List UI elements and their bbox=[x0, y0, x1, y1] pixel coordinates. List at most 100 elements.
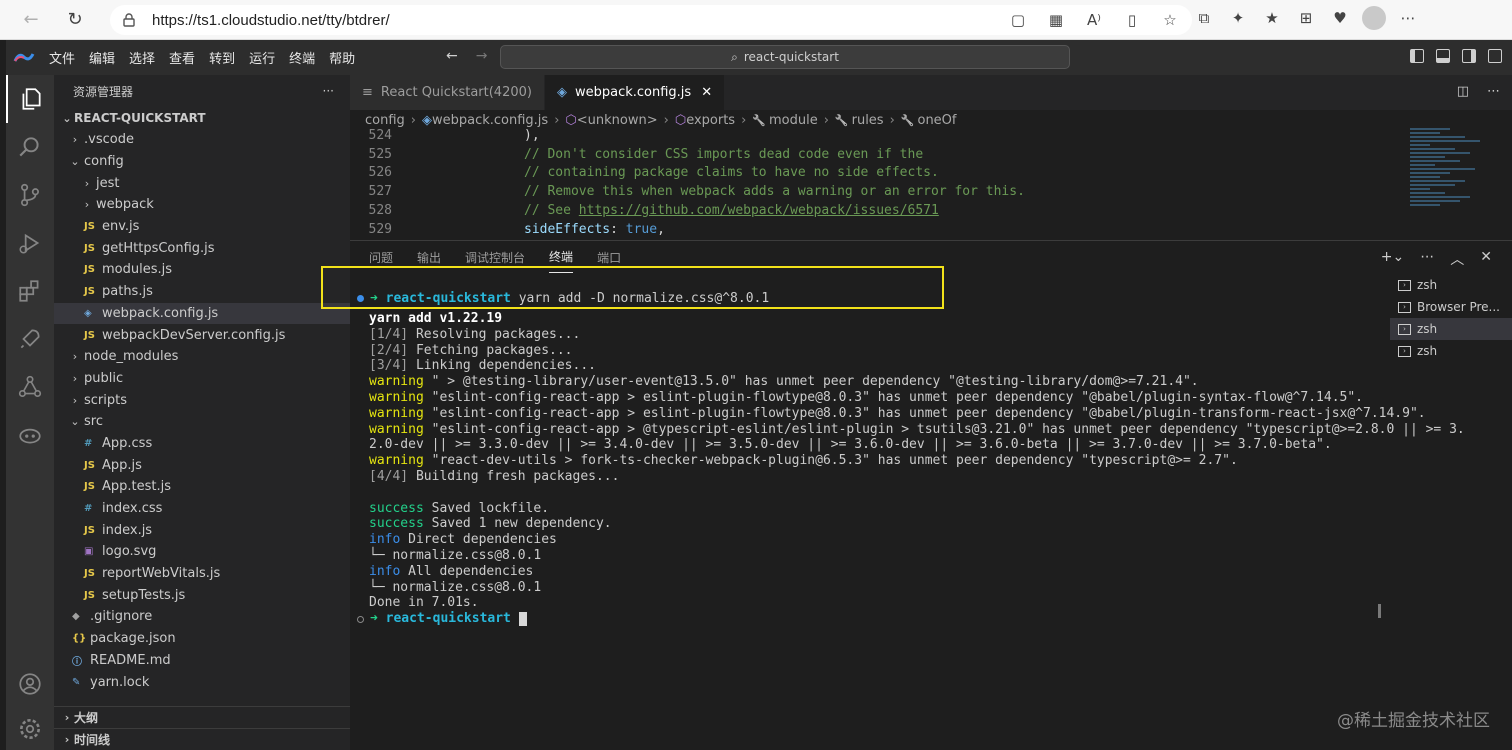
tree-item[interactable]: JS env.js bbox=[54, 216, 350, 238]
tree-item[interactable]: # App.css bbox=[54, 433, 350, 455]
collections-icon[interactable]: ⊞ bbox=[1294, 6, 1318, 30]
css-file-icon: # bbox=[84, 437, 93, 449]
split-screen-icon[interactable]: ⧉ bbox=[1192, 6, 1216, 30]
wrench-icon: 🔧 bbox=[752, 113, 766, 127]
back-icon[interactable]: ← bbox=[14, 3, 48, 37]
reload-icon[interactable]: ↻ bbox=[58, 3, 92, 37]
minimap[interactable] bbox=[1410, 126, 1480, 238]
tree-item[interactable]: ⌄ src bbox=[54, 411, 350, 433]
back-arrow-icon[interactable]: ← bbox=[446, 48, 458, 64]
close-icon[interactable]: ✕ bbox=[701, 85, 712, 100]
run-debug-icon[interactable] bbox=[6, 219, 54, 267]
tree-item[interactable]: {} package.json bbox=[54, 628, 350, 650]
maximize-panel-icon[interactable]: ︿ bbox=[1450, 249, 1464, 269]
terminal-token: "react-dev-utils > fork-ts-checker-webpa… bbox=[423, 453, 1238, 469]
terminal-line: [3/4] Linking dependencies... bbox=[350, 358, 1380, 374]
menu-item[interactable]: 查看 bbox=[162, 48, 202, 67]
split-editor-icon[interactable]: ◫ bbox=[1457, 84, 1469, 99]
menu-item[interactable]: 选择 bbox=[122, 48, 162, 67]
extensions-icon[interactable]: ✦ bbox=[1226, 6, 1250, 30]
source-control-icon[interactable] bbox=[6, 171, 54, 219]
terminal-list-item[interactable]: › zsh bbox=[1390, 318, 1512, 340]
read-aloud-icon[interactable]: A⁾ bbox=[1082, 8, 1106, 32]
terminal-line: Done in 7.01s. bbox=[350, 595, 1380, 611]
toggle-secondary-sidebar-icon[interactable] bbox=[1462, 49, 1476, 63]
menu-item[interactable]: 编辑 bbox=[82, 48, 122, 67]
menu-item[interactable]: 文件 bbox=[42, 48, 82, 67]
search-sidebar-icon[interactable] bbox=[6, 123, 54, 171]
tree-item[interactable]: JS webpackDevServer.config.js bbox=[54, 324, 350, 346]
toggle-panel-icon[interactable] bbox=[1436, 49, 1450, 63]
customize-layout-icon[interactable] bbox=[1488, 49, 1502, 63]
toggle-sidebar-icon[interactable] bbox=[1410, 49, 1424, 63]
tree-item[interactable]: JS App.js bbox=[54, 454, 350, 476]
more-actions-icon[interactable]: ⋯ bbox=[1420, 249, 1434, 269]
rocket-icon[interactable] bbox=[6, 315, 54, 363]
more-icon[interactable]: ⋯ bbox=[1396, 6, 1420, 30]
tree-item[interactable]: JS setupTests.js bbox=[54, 584, 350, 606]
tree-item[interactable]: ⌄ config bbox=[54, 151, 350, 173]
tree-item[interactable]: › scripts bbox=[54, 389, 350, 411]
code-editor[interactable]: 524), 525// Don't consider CSS imports de… bbox=[350, 126, 1400, 238]
tree-item[interactable]: › public bbox=[54, 368, 350, 390]
tree-item[interactable]: JS getHttpsConfig.js bbox=[54, 237, 350, 259]
terminal-line: 2.0-dev || >= 3.3.0-dev || >= 3.4.0-dev … bbox=[350, 437, 1380, 453]
terminal-list-item[interactable]: › Browser Pre... bbox=[1390, 296, 1512, 318]
forward-arrow-icon[interactable]: → bbox=[476, 48, 488, 64]
timeline-section[interactable]: › 时间线 bbox=[54, 728, 350, 750]
tree-item[interactable]: ▣ logo.svg bbox=[54, 541, 350, 563]
css-file-icon: # bbox=[84, 503, 93, 515]
terminal[interactable]: ➜ react-quickstart yarn add -D normalize… bbox=[350, 273, 1465, 750]
explorer-icon[interactable] bbox=[6, 75, 54, 123]
new-terminal-icon[interactable]: +⌄ bbox=[1381, 249, 1404, 269]
close-panel-icon[interactable]: ✕ bbox=[1480, 249, 1492, 269]
profile-button[interactable] bbox=[1362, 6, 1386, 30]
terminal-list-item[interactable]: › zsh bbox=[1390, 340, 1512, 362]
apps-icon[interactable]: ▦ bbox=[1044, 8, 1068, 32]
tree-item[interactable]: › webpack bbox=[54, 194, 350, 216]
favorite-star-icon[interactable]: ☆ bbox=[1158, 8, 1182, 32]
tree-item[interactable]: ⓘ README.md bbox=[54, 650, 350, 672]
tree-item[interactable]: ◈ webpack.config.js bbox=[54, 302, 350, 325]
tree-item[interactable]: ✎ yarn.lock bbox=[54, 671, 350, 693]
terminal-scrollbar[interactable] bbox=[1378, 604, 1381, 618]
more-actions-icon[interactable]: ⋯ bbox=[1487, 84, 1500, 99]
menu-item[interactable]: 运行 bbox=[242, 48, 282, 67]
terminal-list: › zsh › Browser Pre... › zsh › zsh bbox=[1390, 274, 1512, 362]
code-line: 527 // Remove this when webpack adds a wa… bbox=[350, 182, 1400, 201]
menu-item[interactable]: 帮助 bbox=[322, 48, 362, 67]
tree-item[interactable]: ◆ .gitignore bbox=[54, 606, 350, 628]
tab-webpack-config[interactable]: ◈ webpack.config.js ✕ bbox=[544, 75, 726, 110]
workspace-root[interactable]: ⌄ REACT-QUICKSTART bbox=[54, 107, 350, 129]
account-icon[interactable] bbox=[6, 660, 54, 708]
tree-item[interactable]: JS App.test.js bbox=[54, 476, 350, 498]
extensions-sidebar-icon[interactable] bbox=[6, 267, 54, 315]
tree-item[interactable]: › jest bbox=[54, 172, 350, 194]
command-center[interactable]: ⌕ react-quickstart bbox=[500, 45, 1070, 69]
more-actions-icon[interactable]: ··· bbox=[323, 84, 334, 98]
menu-item[interactable]: 终端 bbox=[282, 48, 322, 67]
tree-item-label: webpack.config.js bbox=[102, 305, 219, 321]
menu-item[interactable]: 转到 bbox=[202, 48, 242, 67]
tree-item[interactable]: › node_modules bbox=[54, 346, 350, 368]
tree-item[interactable]: JS reportWebVitals.js bbox=[54, 563, 350, 585]
tree-item[interactable]: # index.css bbox=[54, 498, 350, 520]
reader-icon[interactable]: ▯ bbox=[1120, 8, 1144, 32]
outline-section[interactable]: › 大纲 bbox=[54, 706, 350, 728]
tree-item[interactable]: JS paths.js bbox=[54, 281, 350, 303]
health-icon[interactable]: ♥ bbox=[1328, 6, 1352, 30]
settings-gear-icon[interactable] bbox=[6, 705, 54, 750]
js-file-icon: JS bbox=[84, 459, 95, 471]
tree-item[interactable]: JS modules.js bbox=[54, 259, 350, 281]
minimap-line bbox=[1410, 152, 1470, 154]
favorites-icon[interactable]: ★ bbox=[1260, 6, 1284, 30]
json-file-icon: {} bbox=[72, 633, 87, 645]
tree-item[interactable]: › .vscode bbox=[54, 129, 350, 151]
tab-react-quickstart[interactable]: ≡ React Quickstart(4200) bbox=[350, 75, 545, 110]
terminal-list-item[interactable]: › zsh bbox=[1390, 274, 1512, 296]
tree-item[interactable]: JS index.js bbox=[54, 519, 350, 541]
copilot-icon[interactable] bbox=[6, 411, 54, 459]
clipboard-icon[interactable]: ▢ bbox=[1006, 8, 1030, 32]
code-token: , bbox=[657, 221, 665, 237]
network-icon[interactable] bbox=[6, 363, 54, 411]
